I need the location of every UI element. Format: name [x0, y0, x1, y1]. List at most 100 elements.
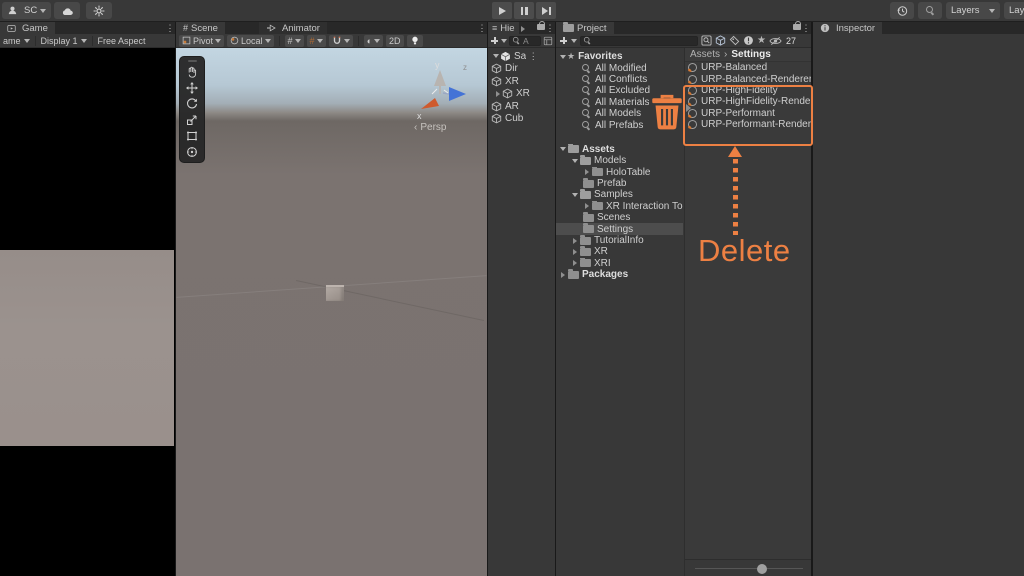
expand-arrow-icon[interactable] [570, 247, 579, 256]
project-tree-item[interactable]: Prefab [556, 178, 683, 189]
overlay-drag-handle[interactable] [180, 57, 204, 64]
increment-snap-dropdown[interactable] [307, 35, 326, 47]
y-axis-cone[interactable] [434, 70, 446, 86]
game-view[interactable] [0, 48, 175, 576]
draw-mode-dropdown[interactable] [364, 35, 383, 47]
slider-knob[interactable] [757, 564, 767, 574]
lock-icon[interactable] [537, 24, 545, 30]
console-warning-icon[interactable] [743, 35, 754, 46]
hierarchy-item[interactable]: XR [488, 75, 555, 88]
tab-scene[interactable]: Scene [176, 22, 225, 34]
asset-file-row[interactable]: URP-Balanced-Renderer [685, 73, 811, 84]
breadcrumb-root[interactable]: Assets [690, 49, 720, 60]
grid-snapping-dropdown[interactable] [285, 35, 304, 47]
favorites-header[interactable]: Favorites [556, 51, 683, 62]
project-menu-kebab-icon[interactable] [801, 22, 811, 34]
tab-animator[interactable]: Animator [259, 22, 327, 34]
settings-button[interactable] [86, 2, 112, 19]
favorite-star-icon[interactable] [757, 35, 766, 46]
scene-kebab-icon[interactable] [528, 51, 538, 62]
hierarchy-search-input[interactable]: A [509, 36, 541, 46]
dock-arrow-icon[interactable] [519, 24, 528, 33]
undo-history-button[interactable] [890, 2, 914, 19]
project-tree-item[interactable]: Models [556, 155, 683, 166]
2d-toggle[interactable]: 2D [386, 35, 404, 47]
search-by-type-icon[interactable] [543, 36, 553, 46]
collapse-arrow-icon[interactable] [570, 156, 579, 165]
asset-file-row[interactable]: URP-Balanced [685, 62, 811, 73]
project-tree-item[interactable]: Packages [556, 269, 683, 280]
expand-arrow-icon[interactable] [493, 89, 502, 98]
pause-button[interactable] [514, 2, 534, 19]
expand-arrow-icon[interactable] [582, 168, 591, 177]
expand-arrow-icon[interactable] [570, 259, 579, 268]
play-button[interactable] [492, 2, 512, 19]
transform-tool-button[interactable] [180, 144, 204, 160]
scene-menu-kebab-icon[interactable] [477, 22, 487, 34]
layout-dropdown[interactable]: Lay [1004, 2, 1024, 19]
collapse-arrow-icon[interactable] [558, 52, 567, 61]
project-tree-item[interactable]: XR [556, 246, 683, 257]
expand-arrow-icon[interactable] [558, 270, 567, 279]
rect-tool-button[interactable] [180, 128, 204, 144]
project-tree-item[interactable]: XRI [556, 258, 683, 269]
favorite-item[interactable]: All Modified [556, 62, 683, 73]
project-search-input[interactable] [580, 36, 698, 46]
step-button[interactable] [536, 2, 556, 19]
rotate-tool-button[interactable] [180, 96, 204, 112]
snap-toggle-dropdown[interactable] [329, 35, 353, 47]
add-icon[interactable] [559, 36, 568, 45]
project-tree-item[interactable]: XR Interaction Toolkit [556, 201, 683, 212]
expand-arrow-icon[interactable] [582, 202, 591, 211]
lock-icon[interactable] [793, 24, 801, 30]
lighting-toggle[interactable] [407, 35, 423, 47]
project-tree-item[interactable]: TutorialInfo [556, 235, 683, 246]
orientation-gizmo[interactable]: y x z [408, 56, 472, 120]
scene-view[interactable]: y x z Persp [176, 48, 487, 576]
scene-row[interactable]: Sa [488, 50, 555, 63]
game-camera-dropdown[interactable]: ame [3, 36, 21, 46]
x-axis-cone[interactable] [421, 98, 439, 109]
hierarchy-item[interactable]: Dir [488, 63, 555, 76]
tab-inspector[interactable]: Inspector [813, 22, 882, 34]
move-tool-button[interactable] [180, 80, 204, 96]
search-button[interactable] [918, 2, 942, 19]
collapse-arrow-icon[interactable] [491, 52, 500, 61]
expand-arrow-icon[interactable] [570, 236, 579, 245]
cloud-services-button[interactable] [54, 2, 80, 19]
aspect-dropdown[interactable]: Free Aspect [98, 36, 146, 46]
tab-game[interactable]: Game [0, 22, 55, 34]
favorite-item[interactable]: All Conflicts [556, 74, 683, 85]
account-dropdown[interactable]: SC [2, 2, 51, 19]
tab-scene-label: Scene [191, 23, 218, 34]
scene-cube-object[interactable] [326, 285, 344, 301]
project-tree-item-selected[interactable]: Settings [556, 223, 683, 234]
project-tree-item[interactable]: Scenes [556, 212, 683, 223]
tab-project[interactable]: Project [556, 22, 614, 34]
label-tag-icon[interactable] [729, 35, 740, 46]
scale-tool-button[interactable] [180, 112, 204, 128]
layers-dropdown[interactable]: Layers [946, 2, 1000, 19]
hand-tool-button[interactable] [180, 64, 204, 80]
slider-track[interactable] [695, 568, 803, 569]
hierarchy-item[interactable]: Cub [488, 113, 555, 126]
collapse-arrow-icon[interactable] [570, 190, 579, 199]
tab-hierarchy[interactable]: Hie [488, 22, 519, 34]
z-axis-cone[interactable] [449, 87, 466, 101]
display-dropdown[interactable]: Display 1 [41, 36, 78, 46]
game-menu-kebab-icon[interactable] [165, 22, 175, 34]
project-tree-item[interactable]: HoloTable [556, 167, 683, 178]
hierarchy-item[interactable]: XR [488, 88, 555, 101]
save-search-icon[interactable] [701, 35, 712, 46]
pivot-dropdown[interactable]: Pivot [179, 35, 224, 47]
package-icon[interactable] [715, 35, 726, 46]
project-tree-item[interactable]: Samples [556, 189, 683, 200]
project-tree-item[interactable]: Assets [556, 144, 683, 155]
collapse-arrow-icon[interactable] [558, 145, 567, 154]
local-dropdown[interactable]: Local [227, 35, 274, 47]
hidden-count-eye-icon[interactable] [769, 36, 782, 46]
hierarchy-menu-kebab-icon[interactable] [545, 22, 555, 34]
add-icon[interactable] [490, 36, 499, 45]
hierarchy-item[interactable]: AR [488, 100, 555, 113]
perspective-toggle[interactable]: Persp [414, 122, 446, 133]
